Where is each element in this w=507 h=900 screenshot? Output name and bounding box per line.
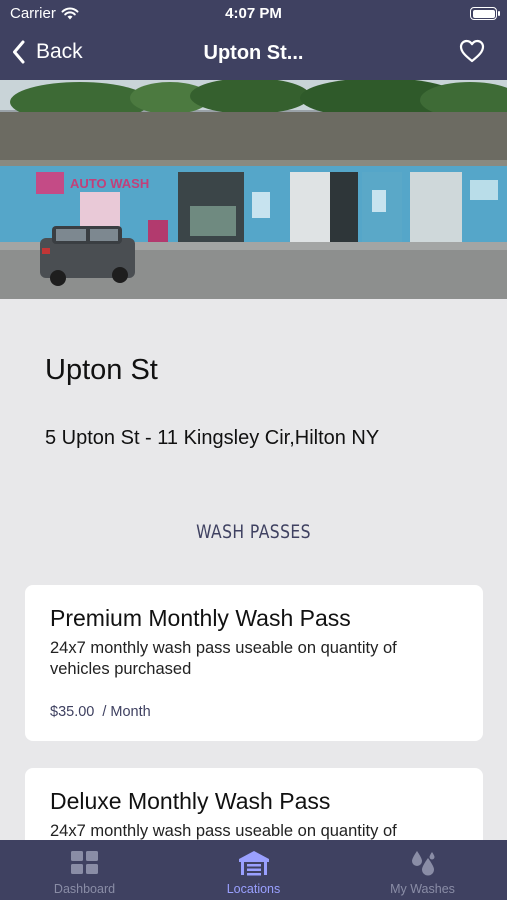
top-bar: Carrier 4:07 PM Back Upton St... [0, 0, 507, 80]
garage-icon [238, 851, 269, 876]
pass-description: 24x7 monthly wash pass useable on quanti… [50, 822, 397, 840]
status-bar: Carrier 4:07 PM [0, 0, 507, 28]
location-details: Upton St 5 Upton St - 11 Kingsley Cir,Hi… [0, 299, 507, 840]
pass-price: $35.00 [50, 704, 95, 720]
pass-description: 24x7 monthly wash pass useable on quanti… [50, 639, 397, 678]
photo-sign-text: AUTO WASH [70, 176, 149, 191]
water-drops-icon [411, 851, 434, 876]
tab-dashboard[interactable]: Dashboard [0, 840, 169, 900]
tab-bar: Dashboard Locations My Washes [0, 840, 507, 900]
tab-my-washes-label: My Washes [390, 882, 455, 896]
heart-outline-icon [459, 39, 485, 63]
pass-name: Premium Monthly Wash Pass [50, 605, 351, 631]
tab-locations[interactable]: Locations [169, 840, 338, 900]
favorite-button[interactable] [459, 39, 485, 68]
wash-pass-card[interactable]: Deluxe Monthly Wash Pass 24x7 monthly wa… [25, 768, 483, 840]
tab-my-washes[interactable]: My Washes [338, 840, 507, 900]
tab-locations-label: Locations [226, 882, 281, 896]
battery-icon [470, 7, 500, 20]
car-wash-photo: AUTO WASH [0, 80, 507, 299]
grid-icon [70, 851, 98, 874]
navigation-bar: Back Upton St... [0, 28, 507, 80]
back-button[interactable]: Back [12, 40, 83, 64]
pass-name: Deluxe Monthly Wash Pass [50, 788, 331, 814]
location-photo: AUTO WASH [0, 80, 507, 299]
pass-price-row: $35.00 / Month [50, 704, 458, 720]
location-address: 5 Upton St - 11 Kingsley Cir,Hilton NY [45, 427, 380, 449]
section-title: WASH PASSES [196, 521, 311, 543]
status-time: 4:07 PM [225, 5, 282, 22]
location-name: Upton St [45, 354, 158, 386]
wash-pass-card[interactable]: Premium Monthly Wash Pass 24x7 monthly w… [25, 585, 483, 741]
pass-period: / Month [102, 704, 151, 720]
tab-dashboard-label: Dashboard [53, 882, 116, 896]
back-label: Back [36, 40, 83, 63]
chevron-left-icon [13, 40, 25, 64]
